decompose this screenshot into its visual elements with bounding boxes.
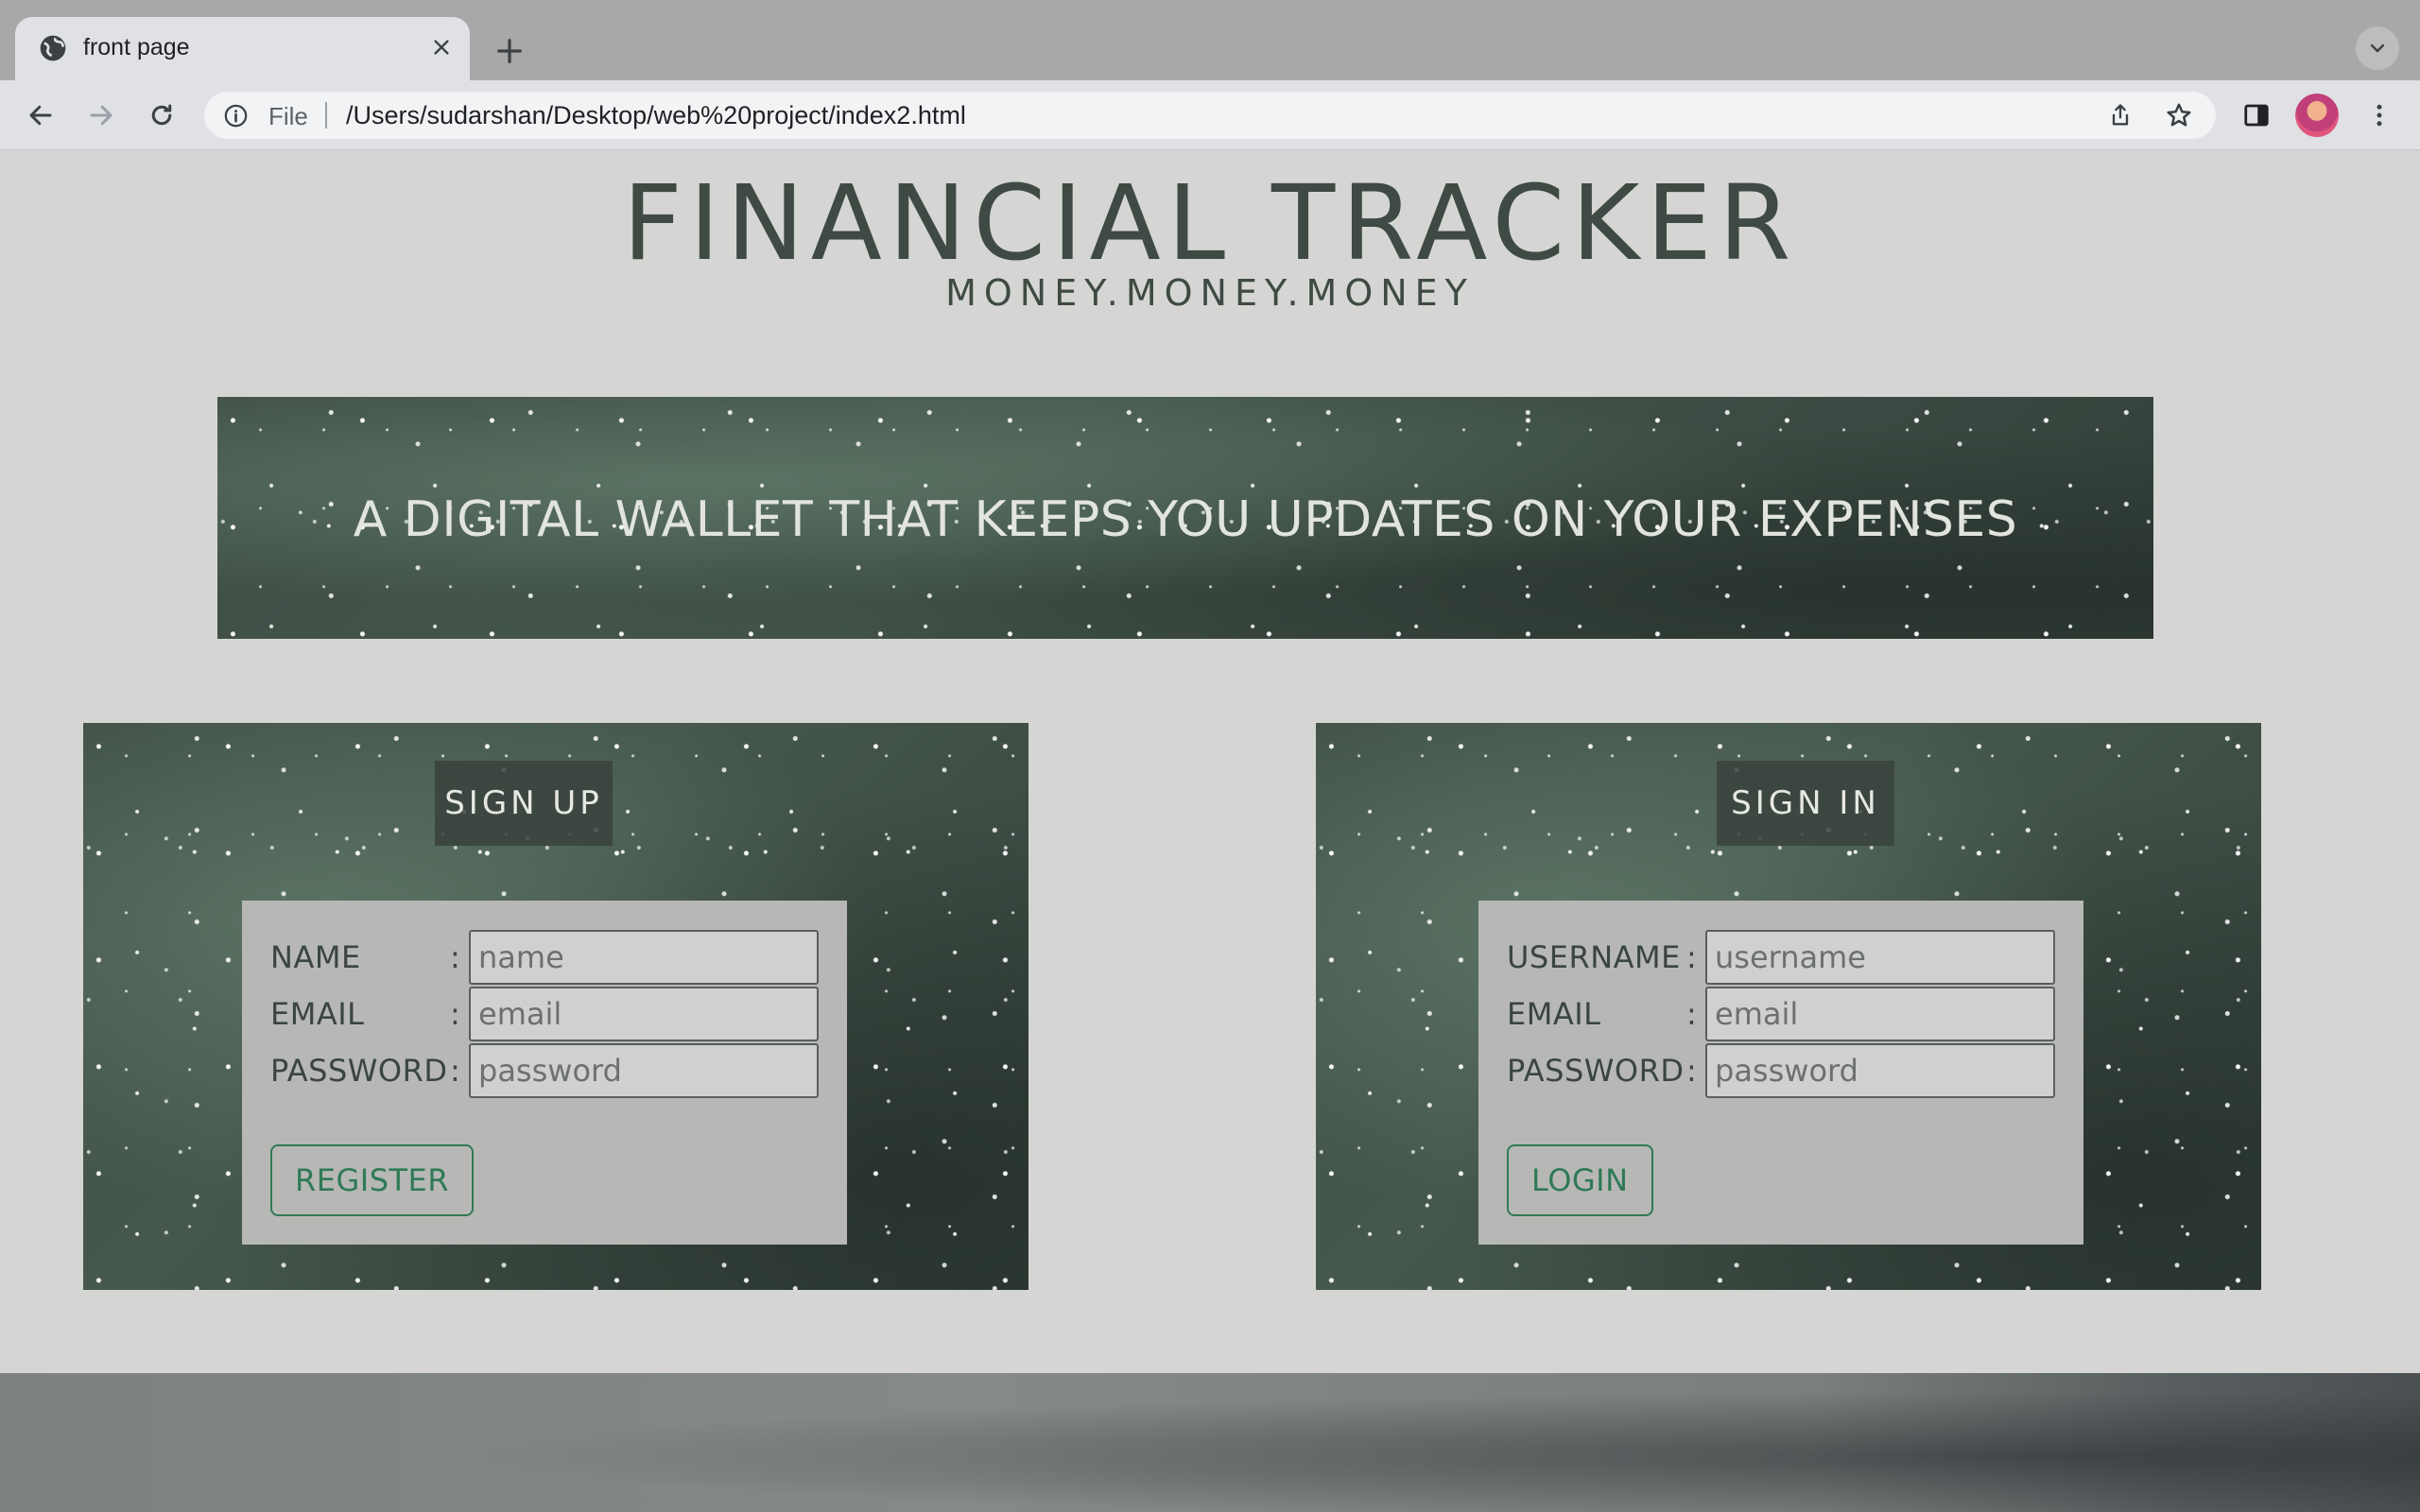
- back-arrow-icon[interactable]: [19, 94, 62, 137]
- chevron-down-icon[interactable]: [2356, 26, 2399, 70]
- browser-tab[interactable]: front page: [15, 17, 470, 80]
- signin-email-row: EMAIL :: [1507, 986, 2055, 1042]
- username-input[interactable]: [1705, 930, 2055, 985]
- star-icon[interactable]: [2163, 99, 2195, 131]
- password-label: PASSWORD: [270, 1053, 448, 1089]
- signup-form: NAME : EMAIL : PASSWORD : REGISTER: [242, 901, 847, 1245]
- signin-panel: SIGN IN USERNAME : EMAIL : PASSWORD : LO…: [1316, 723, 2261, 1290]
- url-text[interactable]: /Users/sudarshan/Desktop/web%20project/i…: [346, 101, 966, 130]
- signin-form: USERNAME : EMAIL : PASSWORD : LOGIN: [1478, 901, 2083, 1245]
- divider: [325, 102, 327, 129]
- colon: :: [1686, 996, 1697, 1032]
- password-input[interactable]: [469, 1043, 819, 1098]
- signup-panel: SIGN UP NAME : EMAIL : PASSWORD : REGIST…: [83, 723, 1028, 1290]
- colon: :: [1686, 1053, 1697, 1089]
- hero-banner: A DIGITAL WALLET THAT KEEPS YOU UPDATES …: [217, 397, 2153, 639]
- signup-password-row: PASSWORD :: [270, 1042, 819, 1099]
- tab-strip: front page: [0, 0, 2420, 80]
- signup-heading: SIGN UP: [435, 761, 613, 846]
- colon: :: [450, 996, 460, 1032]
- side-panel-icon[interactable]: [2235, 94, 2278, 137]
- browser-toolbar: File /Users/sudarshan/Desktop/web%20proj…: [0, 80, 2420, 150]
- share-icon[interactable]: [2104, 99, 2136, 131]
- signup-email-row: EMAIL :: [270, 986, 819, 1042]
- colon: :: [1686, 939, 1697, 975]
- page-subtitle: MONEY.MONEY.MONEY: [945, 272, 1475, 314]
- email-label: EMAIL: [1507, 996, 1601, 1032]
- reload-icon[interactable]: [140, 94, 183, 137]
- register-button[interactable]: REGISTER: [270, 1144, 474, 1216]
- name-input[interactable]: [469, 930, 819, 985]
- login-button[interactable]: LOGIN: [1507, 1144, 1653, 1216]
- banner-text: A DIGITAL WALLET THAT KEEPS YOU UPDATES …: [353, 491, 2018, 548]
- signup-name-row: NAME :: [270, 929, 819, 986]
- username-label: USERNAME: [1507, 939, 1681, 975]
- forward-arrow-icon[interactable]: [79, 94, 123, 137]
- signin-password-row: PASSWORD :: [1507, 1042, 2055, 1099]
- plus-icon[interactable]: [488, 29, 531, 73]
- page-title: FINANCIAL TRACKER: [622, 163, 1798, 284]
- kebab-menu-icon[interactable]: [2358, 94, 2401, 137]
- close-icon[interactable]: [426, 32, 457, 62]
- password-input[interactable]: [1705, 1043, 2055, 1098]
- colon: :: [450, 939, 460, 975]
- email-input[interactable]: [1705, 987, 2055, 1041]
- address-bar[interactable]: File /Users/sudarshan/Desktop/web%20proj…: [204, 92, 2216, 139]
- tab-title: front page: [83, 34, 190, 60]
- avatar[interactable]: [2295, 94, 2339, 137]
- password-label: PASSWORD: [1507, 1053, 1685, 1089]
- colon: :: [450, 1053, 460, 1089]
- signin-heading: SIGN IN: [1717, 761, 1894, 846]
- page-content: FINANCIAL TRACKER MONEY.MONEY.MONEY A DI…: [0, 151, 2420, 1512]
- name-label: NAME: [270, 939, 361, 975]
- globe-icon: [38, 33, 68, 63]
- info-icon[interactable]: [223, 103, 249, 129]
- footer-background: [0, 1373, 2420, 1512]
- email-input[interactable]: [469, 987, 819, 1041]
- signin-username-row: USERNAME :: [1507, 929, 2055, 986]
- email-label: EMAIL: [270, 996, 365, 1032]
- scheme-label: File: [268, 102, 308, 130]
